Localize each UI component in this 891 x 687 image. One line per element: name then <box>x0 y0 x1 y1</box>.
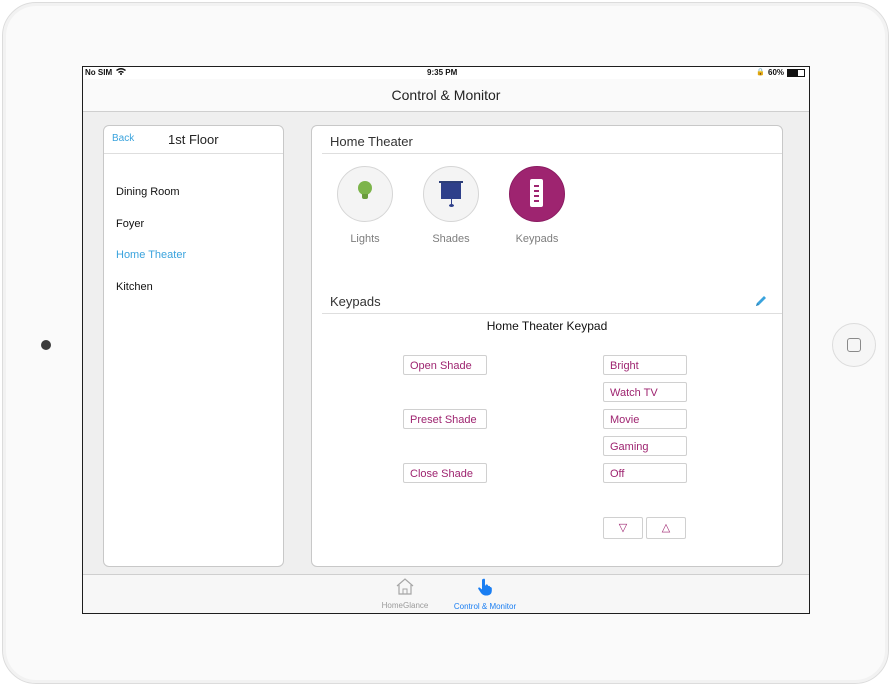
keypads-circle <box>509 166 565 222</box>
tab-homeglance[interactable]: HomeGlance <box>373 578 437 610</box>
lights-circle <box>337 166 393 222</box>
room-list: Dining Room Foyer Home Theater Kitchen <box>116 186 186 312</box>
bright-button[interactable]: Bright <box>603 355 687 375</box>
room-title: Home Theater <box>330 134 413 149</box>
status-bar: No SIM 9:35 PM 🔒 60% <box>83 67 809 79</box>
divider <box>322 313 782 314</box>
shades-circle <box>423 166 479 222</box>
house-icon <box>395 578 415 599</box>
keypads-label: Keypads <box>515 233 559 245</box>
close-shade-button[interactable]: Close Shade <box>403 463 487 483</box>
open-shade-button[interactable]: Open Shade <box>403 355 487 375</box>
off-button[interactable]: Off <box>603 463 687 483</box>
sidebar-item-dining-room[interactable]: Dining Room <box>116 186 186 218</box>
lower-button[interactable]: ▽ <box>603 517 643 539</box>
nav-bar: Control & Monitor <box>83 79 809 112</box>
sidebar-item-kitchen[interactable]: Kitchen <box>116 281 186 313</box>
keypads-button[interactable]: Keypads <box>509 166 565 245</box>
keypads-section-title: Keypads <box>330 294 381 309</box>
room-detail-panel: Home Theater Lights Shades Keypads Keypa… <box>311 125 783 567</box>
lightbulb-icon <box>358 181 372 199</box>
main-content: Back 1st Floor Dining Room Foyer Home Th… <box>83 112 809 574</box>
keypad-name: Home Theater Keypad <box>486 319 608 333</box>
sidebar-header: Back 1st Floor <box>104 126 283 154</box>
gaming-button[interactable]: Gaming <box>603 436 687 456</box>
status-time: 9:35 PM <box>427 68 458 77</box>
divider <box>322 153 782 154</box>
lights-label: Lights <box>350 233 380 245</box>
tab-label: HomeGlance <box>381 601 429 610</box>
wifi-icon <box>116 67 126 77</box>
page-title: Control & Monitor <box>391 87 501 103</box>
raise-button[interactable]: △ <box>646 517 686 539</box>
front-camera <box>41 340 51 350</box>
shades-label: Shades <box>432 233 470 245</box>
tab-label: Control & Monitor <box>453 602 517 611</box>
carrier-label: No SIM <box>85 68 113 77</box>
movie-button[interactable]: Movie <box>603 409 687 429</box>
shades-button[interactable]: Shades <box>423 166 479 245</box>
floor-title: 1st Floor <box>168 132 219 147</box>
sidebar-item-foyer[interactable]: Foyer <box>116 218 186 250</box>
battery-percent: 60% <box>768 68 785 77</box>
tab-bar: HomeGlance Control & Monitor <box>83 574 809 613</box>
watch-tv-button[interactable]: Watch TV <box>603 382 687 402</box>
home-button[interactable] <box>832 323 876 367</box>
battery-icon <box>787 69 805 77</box>
sidebar-item-home-theater[interactable]: Home Theater <box>116 249 186 281</box>
tab-control-monitor[interactable]: Control & Monitor <box>447 578 523 611</box>
screen: No SIM 9:35 PM 🔒 60% Control & Monitor B… <box>82 66 810 614</box>
room-sidebar: Back 1st Floor Dining Room Foyer Home Th… <box>103 125 284 567</box>
lights-button[interactable]: Lights <box>337 166 393 245</box>
preset-shade-button[interactable]: Preset Shade <box>403 409 487 429</box>
rotation-lock-icon: 🔒 <box>756 69 765 76</box>
back-button[interactable]: Back <box>112 133 134 144</box>
keypad-icon <box>530 179 543 207</box>
pencil-icon[interactable] <box>754 294 768 308</box>
hand-pointer-icon <box>476 578 494 600</box>
